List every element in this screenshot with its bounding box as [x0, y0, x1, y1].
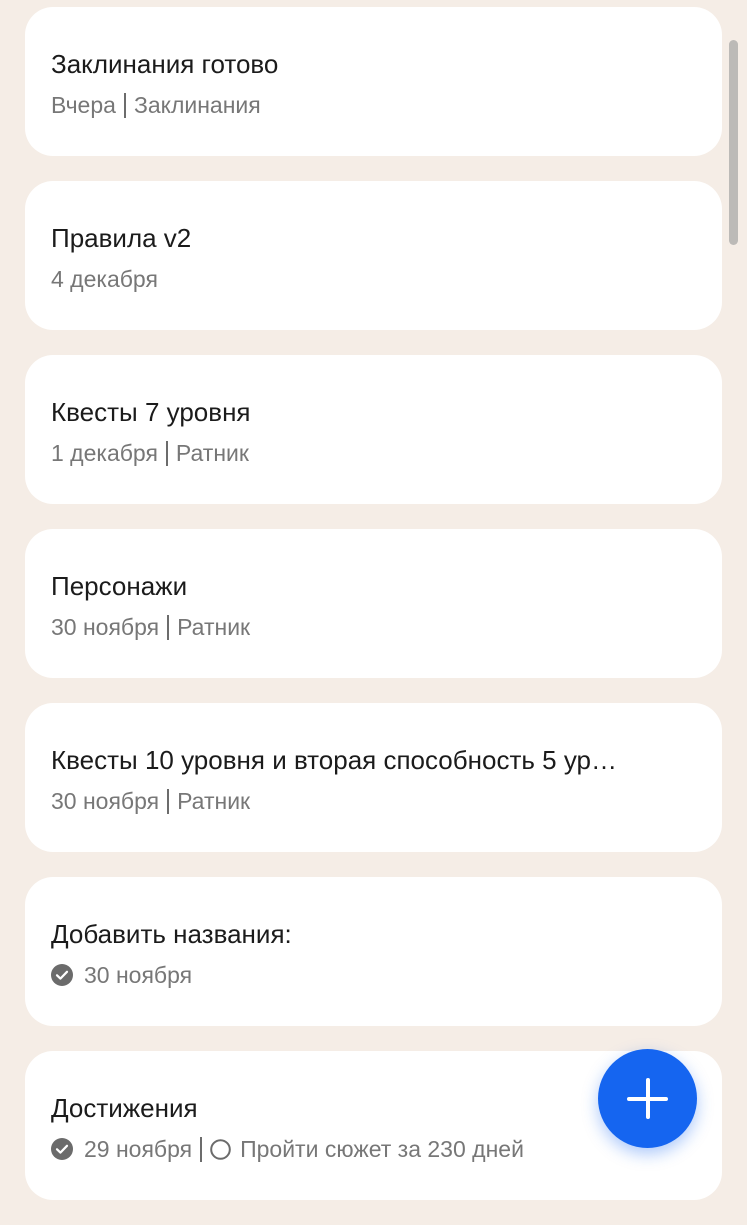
- note-meta: 4 декабря: [51, 264, 696, 294]
- plus-icon: [646, 1078, 650, 1119]
- note-date: 29 ноября: [84, 1136, 193, 1162]
- note-card[interactable]: Квесты 10 уровня и вторая способность 5 …: [25, 703, 722, 852]
- check-circle-icon: [51, 1138, 73, 1160]
- meta-separator: [167, 614, 170, 640]
- note-folder: Ратник: [177, 614, 251, 640]
- note-meta: 30 ноября: [51, 960, 696, 990]
- add-note-button[interactable]: [598, 1049, 697, 1148]
- note-card[interactable]: Добавить названия: 30 ноября: [25, 877, 722, 1026]
- note-title: Персонажи: [51, 571, 188, 601]
- notes-list: Заклинания готово Вчера Заклинания Прави…: [25, 7, 722, 1225]
- note-meta: Вчера Заклинания: [51, 90, 696, 120]
- note-title: Квесты 7 уровня: [51, 397, 251, 427]
- note-date: 4 декабря: [51, 266, 158, 292]
- note-meta: 29 ноября Пройти сюжет за 230 дней: [51, 1134, 696, 1164]
- note-title: Квесты 10 уровня и вторая способность 5 …: [51, 745, 618, 775]
- scrollbar-thumb[interactable]: [729, 40, 738, 245]
- note-date: 30 ноября: [51, 788, 160, 814]
- note-title: Добавить названия:: [51, 919, 292, 949]
- note-title: Правила v2: [51, 223, 192, 253]
- note-date: 1 декабря: [51, 440, 158, 466]
- note-card[interactable]: Персонажи 30 ноября Ратник: [25, 529, 722, 678]
- check-circle-icon: [51, 964, 73, 986]
- note-card[interactable]: Заклинания готово Вчера Заклинания: [25, 7, 722, 156]
- meta-separator: [167, 788, 170, 814]
- note-task: Пройти сюжет за 230 дней: [240, 1136, 524, 1162]
- note-folder: Заклинания: [133, 92, 261, 118]
- note-meta: 1 декабря Ратник: [51, 438, 696, 468]
- meta-separator: [123, 92, 126, 118]
- note-title: Заклинания готово: [51, 49, 279, 79]
- note-meta: 30 ноября Ратник: [51, 612, 696, 642]
- meta-separator: [200, 1136, 203, 1162]
- note-meta: 30 ноября Ратник: [51, 786, 696, 816]
- note-folder: Ратник: [177, 788, 251, 814]
- note-card[interactable]: Правила v2 4 декабря: [25, 181, 722, 330]
- meta-separator: [165, 440, 168, 466]
- note-date: 30 ноября: [51, 614, 160, 640]
- note-date: 30 ноября: [84, 962, 193, 988]
- note-folder: Ратник: [175, 440, 249, 466]
- unchecked-circle-icon: [210, 1138, 231, 1160]
- note-card[interactable]: Квесты 7 уровня 1 декабря Ратник: [25, 355, 722, 504]
- note-date: Вчера: [51, 92, 116, 118]
